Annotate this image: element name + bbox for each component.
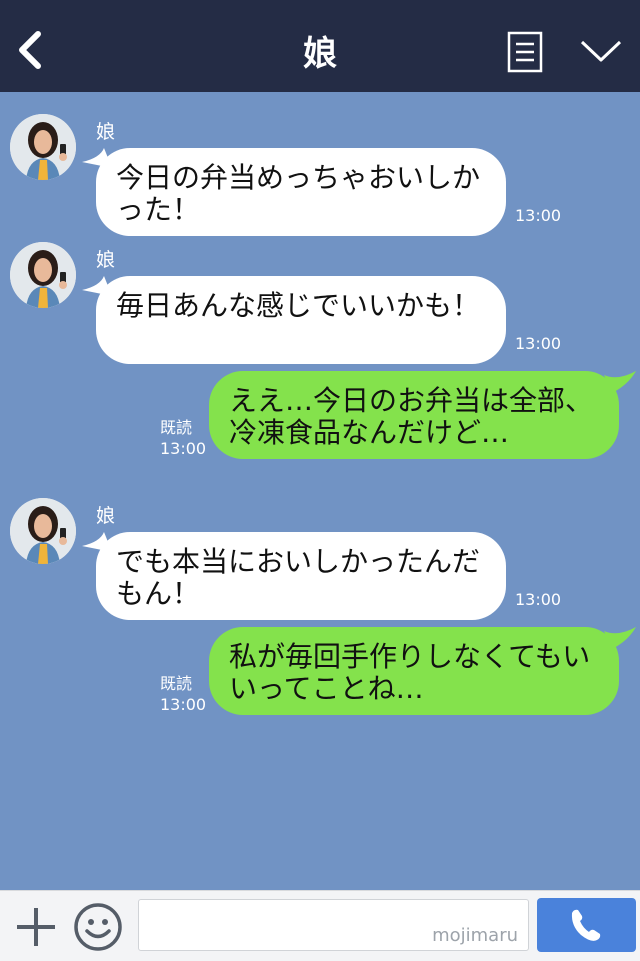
message-time: 13:00	[515, 206, 562, 225]
sender-name: 娘	[96, 121, 116, 143]
sender-name: 娘	[96, 505, 116, 527]
chat-title: 娘	[303, 34, 337, 74]
sender-name: 娘	[96, 249, 116, 271]
message-bubble[interactable]: 今日の弁当めっちゃおいしかった！	[96, 148, 506, 236]
message-time: 13:00	[515, 334, 562, 353]
read-receipt: 既読	[160, 674, 193, 693]
message-input[interactable]: mojimaru	[138, 899, 529, 951]
avatar[interactable]	[10, 242, 76, 308]
chevron-down-icon	[580, 40, 622, 62]
read-receipt: 既読	[160, 418, 193, 437]
avatar-image	[10, 114, 76, 180]
smiley-icon	[74, 903, 122, 951]
avatar-image	[10, 498, 76, 564]
message-time: 13:00	[160, 439, 207, 458]
bubble-tail	[604, 371, 636, 393]
avatar-image	[10, 242, 76, 308]
message-bubble[interactable]: 私が毎回手作りしなくてもいいってことね…	[209, 627, 619, 715]
memo-icon	[507, 31, 543, 73]
watermark-text: mojimaru	[432, 925, 518, 946]
message-time: 13:00	[515, 590, 562, 609]
phone-icon	[571, 909, 601, 941]
message-bubble[interactable]: 毎日あんな感じでいいかも！	[96, 276, 506, 364]
avatar[interactable]	[10, 498, 76, 564]
input-bar: mojimaru	[0, 890, 640, 961]
memo-button[interactable]	[506, 30, 544, 74]
chat-header: 娘	[0, 0, 640, 92]
back-icon	[19, 31, 41, 69]
menu-button[interactable]	[578, 34, 624, 68]
message-time: 13:00	[160, 695, 207, 714]
add-button[interactable]	[14, 905, 58, 949]
avatar[interactable]	[10, 114, 76, 180]
message-bubble[interactable]: ええ…今日のお弁当は全部、冷凍食品なんだけど…	[209, 371, 619, 459]
bubble-tail	[604, 627, 636, 649]
message-bubble[interactable]: でも本当においしかったんだもん！	[96, 532, 506, 620]
chat-area[interactable]: 娘 今日の弁当めっちゃおいしかった！ 13:00 娘 毎日あんな感じでいいかも！…	[0, 92, 640, 890]
emoji-button[interactable]	[73, 902, 123, 952]
call-button[interactable]	[537, 898, 636, 952]
back-button[interactable]	[12, 28, 48, 72]
plus-icon	[17, 908, 55, 946]
